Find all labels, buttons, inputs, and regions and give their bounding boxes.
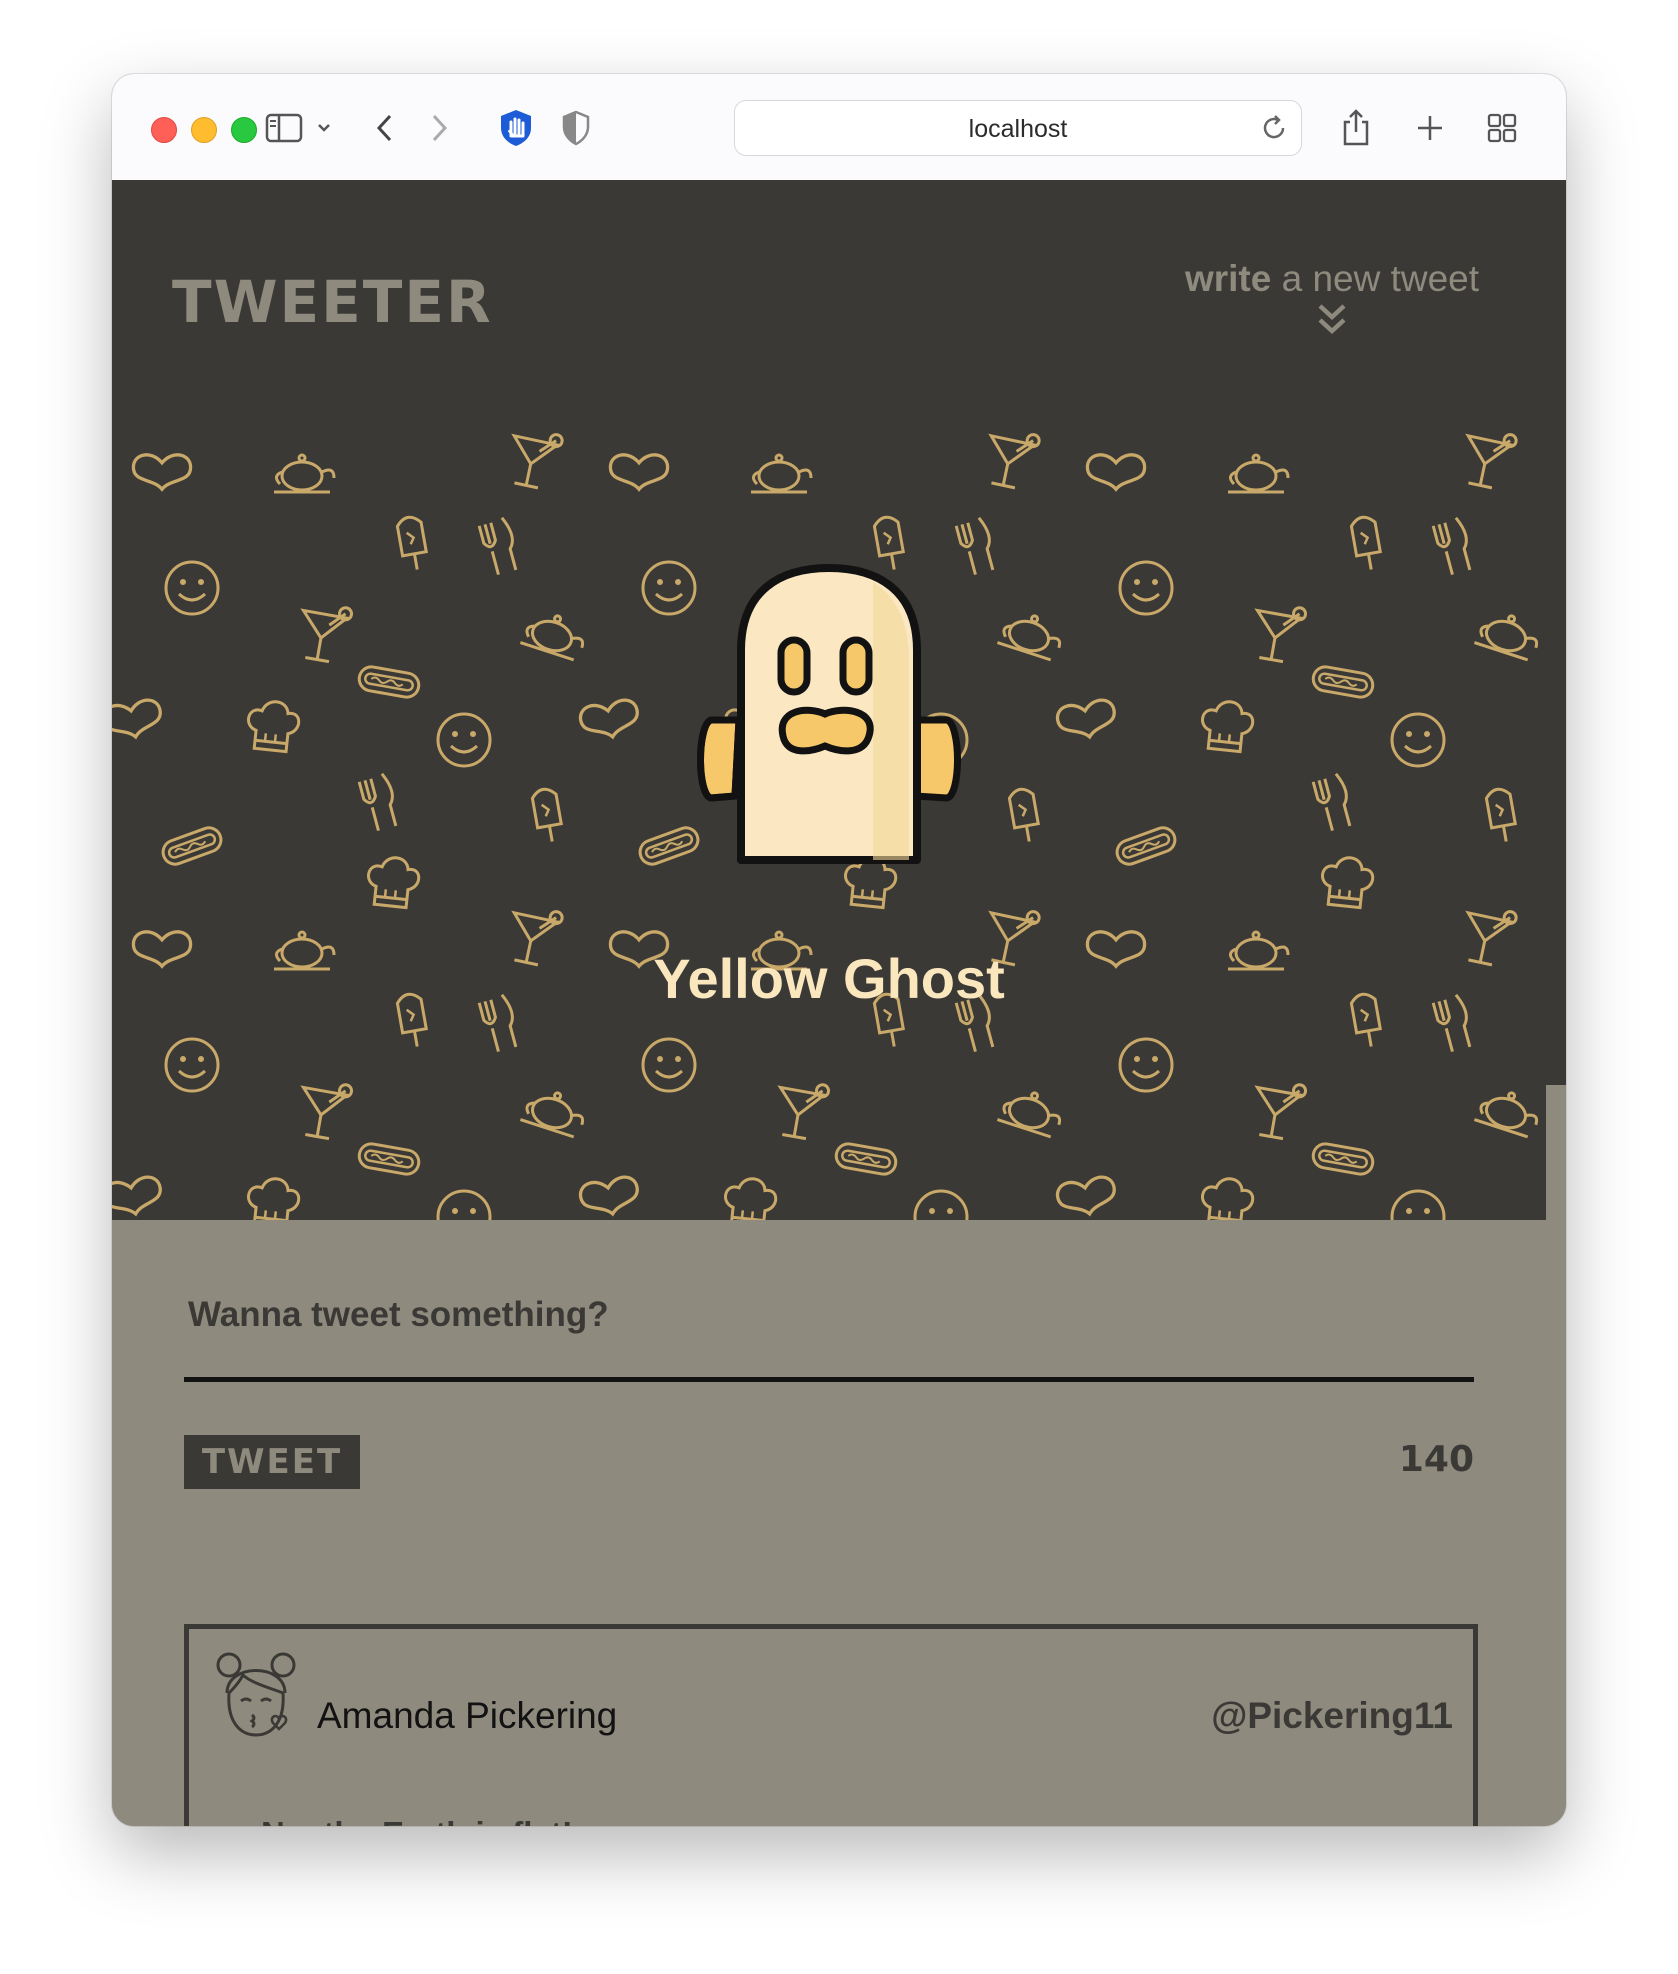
tweet-button[interactable]: TWEET xyxy=(184,1435,360,1489)
browser-window: localhost TWEETER write a new tweet Yell… xyxy=(112,74,1566,1826)
address-bar[interactable]: localhost xyxy=(734,100,1302,156)
new-tab-icon[interactable] xyxy=(1410,106,1450,150)
browser-toolbar: localhost xyxy=(112,74,1566,181)
close-window-button[interactable] xyxy=(151,117,177,143)
ghost-icon xyxy=(697,560,961,895)
chevron-down-icon[interactable] xyxy=(312,106,336,150)
composer-underline xyxy=(184,1377,1474,1382)
profile-hero: TWEETER write a new tweet Yellow Ghost xyxy=(112,180,1546,1220)
minimize-window-button[interactable] xyxy=(191,117,217,143)
reload-icon[interactable] xyxy=(1259,113,1289,148)
profile-name: Yellow Ghost xyxy=(653,947,1005,1010)
character-counter: 140 xyxy=(1398,1439,1474,1480)
url-text: localhost xyxy=(968,115,1068,143)
tab-overview-icon[interactable] xyxy=(1482,106,1522,150)
hand-shield-icon[interactable] xyxy=(494,106,538,150)
page-viewport: TWEETER write a new tweet Yellow Ghost W… xyxy=(112,180,1566,1826)
share-icon[interactable] xyxy=(1336,106,1376,150)
double-chevron-down-icon xyxy=(1318,304,1346,335)
back-icon[interactable] xyxy=(366,106,402,150)
tweet-card: Amanda Pickering @Pickering11 No, the Ea… xyxy=(184,1624,1478,1826)
write-new-tweet-toggle[interactable]: write a new tweet xyxy=(1172,258,1492,336)
zoom-window-button[interactable] xyxy=(231,117,257,143)
sidebar-icon[interactable] xyxy=(262,106,306,150)
brand-logo[interactable]: TWEETER xyxy=(172,268,493,336)
hero-scroll-edge xyxy=(1546,180,1566,1085)
tweet-content: No, the Earth is flat! xyxy=(261,1815,573,1826)
tweet-author-handle: @Pickering11 xyxy=(1211,1695,1453,1736)
compose-toggle-bold: write xyxy=(1184,258,1272,299)
privacy-shield-icon[interactable] xyxy=(556,106,596,150)
compose-toggle-text: a new tweet xyxy=(1281,258,1480,299)
forward-icon[interactable] xyxy=(422,106,458,150)
tweet-input[interactable]: Wanna tweet something? xyxy=(188,1295,1474,1335)
tweet-composer: Wanna tweet something? TWEET 140 xyxy=(184,1295,1474,1489)
tweet-author-name: Amanda Pickering xyxy=(317,1695,618,1736)
girl-avatar-icon xyxy=(215,1649,297,1746)
